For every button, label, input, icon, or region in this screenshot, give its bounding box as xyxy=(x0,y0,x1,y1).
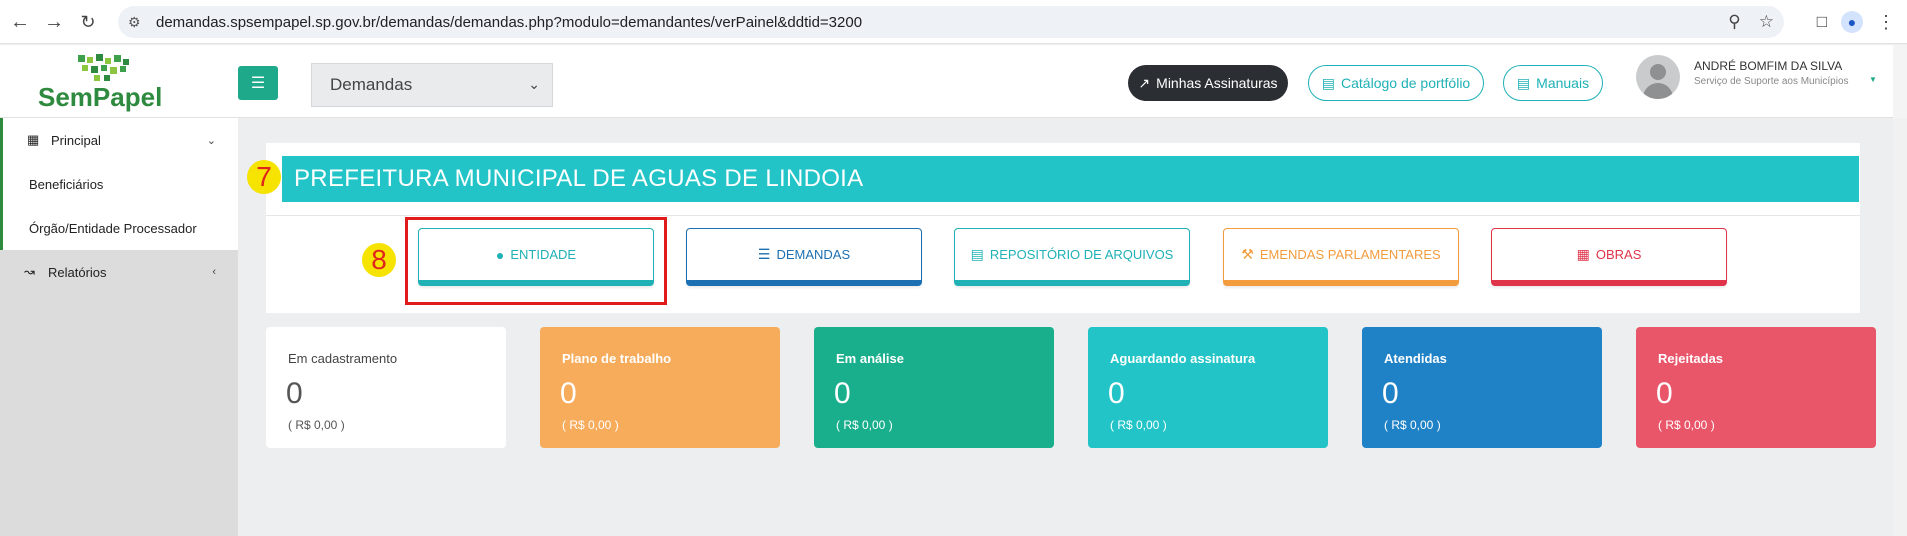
stat-value: 0 xyxy=(1108,377,1125,410)
avatar-head xyxy=(1650,64,1666,80)
sidebar-item-label: Beneficiários xyxy=(29,176,104,192)
annotation-badge-7: 7 xyxy=(247,160,281,194)
app-header: SemPapel ☰ Demandas ⌄ ↗ Minhas Assinatur… xyxy=(0,45,1907,118)
stat-value: 0 xyxy=(1382,377,1399,410)
address-bar[interactable]: ⚙ demandas.spsempapel.sp.gov.br/demandas… xyxy=(118,6,1784,38)
sidebar: ▦ Principal ⌄ Beneficiários Órgão/Entida… xyxy=(0,118,238,536)
page-title: PREFEITURA MUNICIPAL DE AGUAS DE LINDOIA xyxy=(282,156,1859,202)
browser-toolbar: ← → ↻ ⚙ demandas.spsempapel.sp.gov.br/de… xyxy=(0,0,1907,44)
archive-icon: ▤ xyxy=(970,246,984,262)
stat-card-rejeitadas[interactable]: Rejeitadas 0 ( R$ 0,00 ) xyxy=(1636,327,1876,448)
extensions-icon[interactable]: □ xyxy=(1817,12,1827,32)
stat-value: 0 xyxy=(834,377,851,410)
stat-amount: ( R$ 0,00 ) xyxy=(1110,418,1167,432)
sidebar-item-principal[interactable]: ▦ Principal ⌄ xyxy=(3,118,238,162)
annotation-badge-8: 8 xyxy=(362,243,396,277)
panel-divider xyxy=(266,215,1860,216)
stat-card-em-analise[interactable]: Em análise 0 ( R$ 0,00 ) xyxy=(814,327,1054,448)
sidebar-item-orgao-entidade[interactable]: Órgão/Entidade Processador xyxy=(3,206,238,250)
site-settings-icon[interactable]: ⚙ xyxy=(128,14,148,31)
stat-amount: ( R$ 0,00 ) xyxy=(1658,418,1715,432)
stat-amount: ( R$ 0,00 ) xyxy=(1384,418,1441,432)
logo-squares-icon xyxy=(78,54,129,81)
chevron-down-icon: ⌄ xyxy=(528,76,540,92)
stat-card-aguardando-assinatura[interactable]: Aguardando assinatura 0 ( R$ 0,00 ) xyxy=(1088,327,1328,448)
stat-amount: ( R$ 0,00 ) xyxy=(288,418,345,432)
list-icon: ☰ xyxy=(757,246,771,262)
manuals-label: Manuais xyxy=(1536,75,1590,91)
sidebar-item-beneficiarios[interactable]: Beneficiários xyxy=(3,162,238,206)
repositorio-label: REPOSITÓRIO DE ARQUIVOS xyxy=(989,247,1174,262)
stat-label: Em análise xyxy=(836,351,904,366)
module-select[interactable]: Demandas ⌄ xyxy=(311,63,553,107)
entidade-label: ENTIDADE xyxy=(510,247,577,262)
stat-amount: ( R$ 0,00 ) xyxy=(836,418,893,432)
sidebar-item-label: Principal xyxy=(51,132,101,148)
sidebar-item-relatorios[interactable]: ↝ Relatórios ‹ xyxy=(0,250,238,294)
stat-label: Atendidas xyxy=(1384,351,1447,366)
repositorio-button[interactable]: ▤ REPOSITÓRIO DE ARQUIVOS xyxy=(954,228,1190,286)
back-arrow-icon[interactable]: ← xyxy=(4,6,36,38)
stat-card-atendidas[interactable]: Atendidas 0 ( R$ 0,00 ) xyxy=(1362,327,1602,448)
url-text[interactable]: demandas.spsempapel.sp.gov.br/demandas/d… xyxy=(156,14,862,31)
obras-label: OBRAS xyxy=(1595,247,1642,262)
menu-toggle-button[interactable]: ☰ xyxy=(238,66,278,100)
portfolio-catalog-button[interactable]: ▤ Catálogo de portfólio xyxy=(1308,65,1484,101)
external-link-icon: ↗ xyxy=(1138,74,1151,91)
manuals-button[interactable]: ▤ Manuais xyxy=(1503,65,1603,101)
reload-icon[interactable]: ↻ xyxy=(72,6,104,38)
header-scroll-strip xyxy=(1893,45,1907,118)
page-scrollbar[interactable] xyxy=(1893,118,1907,536)
user-icon: ● xyxy=(495,246,505,263)
building-icon: ▦ xyxy=(1576,246,1590,262)
sidebar-group-principal: ▦ Principal ⌄ Beneficiários Órgão/Entida… xyxy=(0,118,238,250)
stat-card-plano-de-trabalho[interactable]: Plano de trabalho 0 ( R$ 0,00 ) xyxy=(540,327,780,448)
zoom-icon[interactable]: ⚲ xyxy=(1728,12,1740,32)
logo-text: SemPapel xyxy=(38,82,163,112)
avatar[interactable] xyxy=(1636,55,1680,99)
stat-label: Aguardando assinatura xyxy=(1110,351,1256,366)
dashboard-grid-icon: ▦ xyxy=(27,132,40,147)
stat-label: Plano de trabalho xyxy=(562,351,672,366)
sidebar-item-label: Órgão/Entidade Processador xyxy=(29,220,197,236)
stat-value: 0 xyxy=(1656,377,1673,410)
stat-value: 0 xyxy=(286,377,303,410)
demandas-label: DEMANDAS xyxy=(776,247,851,262)
demandas-button[interactable]: ☰ DEMANDAS xyxy=(686,228,922,286)
archive-icon: ▤ xyxy=(1516,74,1531,91)
sidebar-item-label: Relatórios xyxy=(48,264,107,280)
profile-icon[interactable]: ● xyxy=(1841,11,1863,33)
sempapel-logo[interactable]: SemPapel xyxy=(38,51,178,113)
obras-button[interactable]: ▦ OBRAS xyxy=(1491,228,1727,286)
line-chart-icon: ↝ xyxy=(24,264,35,279)
hamburger-icon: ☰ xyxy=(250,75,266,92)
emendas-button[interactable]: ⚒ EMENDAS PARLAMENTARES xyxy=(1223,228,1459,286)
archive-icon: ▤ xyxy=(1321,74,1336,91)
stat-amount: ( R$ 0,00 ) xyxy=(562,418,619,432)
stat-value: 0 xyxy=(560,377,577,410)
gavel-icon: ⚒ xyxy=(1241,246,1254,262)
stat-label: Rejeitadas xyxy=(1658,351,1724,366)
browser-menu-icon[interactable]: ⋮ xyxy=(1877,12,1895,33)
entidade-button[interactable]: ● ENTIDADE xyxy=(418,228,654,286)
chevron-left-icon: ‹ xyxy=(212,266,216,278)
stat-label: Em cadastramento xyxy=(288,351,398,366)
my-signatures-label: Minhas Assinaturas xyxy=(1156,75,1278,91)
chevron-down-icon: ⌄ xyxy=(206,134,216,147)
emendas-label: EMENDAS PARLAMENTARES xyxy=(1259,247,1441,262)
caret-down-icon[interactable]: ▼ xyxy=(1869,75,1877,84)
avatar-body xyxy=(1643,83,1673,99)
user-org: Serviço de Suporte aos Municípios xyxy=(1694,76,1849,87)
module-select-value: Demandas xyxy=(330,75,413,94)
portfolio-catalog-label: Catálogo de portfólio xyxy=(1341,75,1471,91)
my-signatures-button[interactable]: ↗ Minhas Assinaturas xyxy=(1128,65,1288,101)
bookmark-star-icon[interactable]: ☆ xyxy=(1759,12,1774,32)
user-name[interactable]: ANDRÉ BOMFIM DA SILVA xyxy=(1694,59,1842,73)
forward-arrow-icon[interactable]: → xyxy=(38,6,70,38)
stat-card-em-cadastramento[interactable]: Em cadastramento 0 ( R$ 0,00 ) xyxy=(266,327,506,448)
